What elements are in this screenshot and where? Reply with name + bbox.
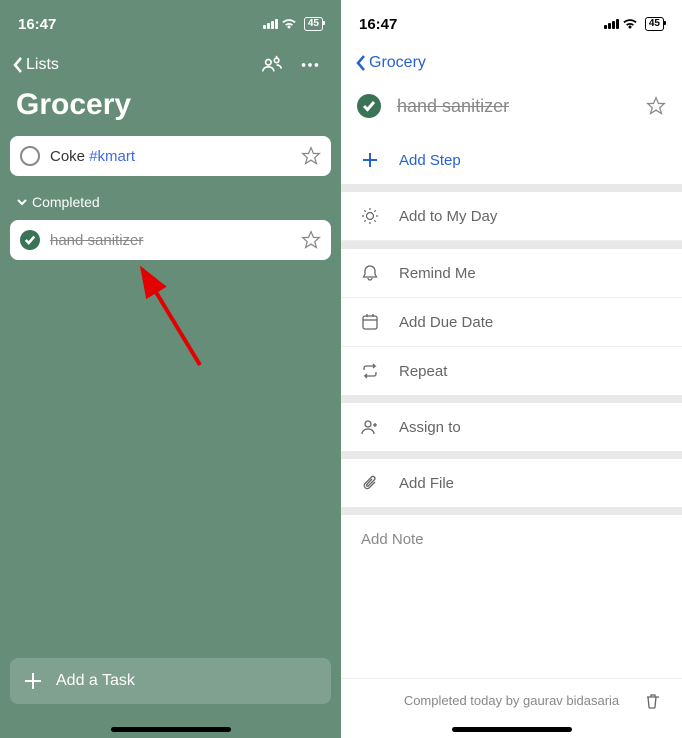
checkbox-unchecked[interactable]: [20, 146, 40, 166]
my-day-label: Add to My Day: [399, 208, 497, 225]
task-header: hand sanitizer: [341, 80, 682, 136]
add-file-label: Add File: [399, 475, 454, 492]
add-step-row[interactable]: Add Step: [341, 136, 682, 184]
nav-bar: Lists: [0, 40, 341, 84]
completed-label: Completed: [32, 194, 100, 210]
list-title: Grocery: [0, 84, 341, 136]
more-icon[interactable]: [299, 54, 321, 76]
home-indicator: [111, 727, 231, 732]
footer: Completed today by gaurav bidasaria: [341, 678, 682, 708]
chevron-down-icon: [16, 196, 28, 208]
repeat-icon: [361, 362, 379, 380]
add-step-label: Add Step: [399, 152, 461, 169]
task-item-coke[interactable]: Coke #kmart: [10, 136, 331, 176]
star-icon[interactable]: [646, 96, 666, 116]
add-task-label: Add a Task: [56, 672, 135, 690]
back-button[interactable]: Lists: [8, 56, 59, 74]
cellular-icon: [263, 19, 278, 29]
remind-row[interactable]: Remind Me: [341, 249, 682, 298]
status-icons: 45: [604, 17, 664, 31]
task-text: Coke #kmart: [50, 148, 291, 165]
back-label: Grocery: [369, 54, 426, 72]
bell-icon: [361, 264, 379, 282]
calendar-icon: [361, 313, 379, 331]
status-time: 16:47: [18, 16, 56, 33]
add-task-button[interactable]: Add a Task: [10, 658, 331, 704]
remind-label: Remind Me: [399, 265, 476, 282]
due-date-row[interactable]: Add Due Date: [341, 298, 682, 347]
checkbox-checked[interactable]: [20, 230, 40, 250]
due-date-label: Add Due Date: [399, 314, 493, 331]
checkbox-checked[interactable]: [357, 94, 381, 118]
add-note-row[interactable]: Add Note: [341, 515, 682, 564]
status-time: 16:47: [359, 16, 397, 33]
star-icon[interactable]: [301, 230, 321, 250]
back-label: Lists: [26, 56, 59, 74]
plus-icon: [361, 151, 379, 169]
add-note-label: Add Note: [361, 531, 424, 548]
sun-icon: [361, 207, 379, 225]
plus-icon: [24, 672, 42, 690]
wifi-icon: [622, 18, 638, 30]
paperclip-icon: [361, 474, 379, 492]
star-icon[interactable]: [301, 146, 321, 166]
annotation-arrow-1: [90, 255, 210, 375]
repeat-label: Repeat: [399, 363, 447, 380]
battery-icon: 45: [645, 17, 664, 31]
back-button[interactable]: Grocery: [341, 40, 682, 80]
status-bar: 16:47 45: [341, 0, 682, 40]
wifi-icon: [281, 18, 297, 30]
cellular-icon: [604, 19, 619, 29]
assign-row[interactable]: Assign to: [341, 403, 682, 451]
task-title[interactable]: hand sanitizer: [397, 96, 630, 117]
assign-label: Assign to: [399, 419, 461, 436]
battery-icon: 45: [304, 17, 323, 31]
list-screen: 16:47 45 Lists Grocery Coke #kmart Compl…: [0, 0, 341, 738]
completed-info: Completed today by gaurav bidasaria: [357, 693, 666, 708]
repeat-row[interactable]: Repeat: [341, 347, 682, 395]
person-plus-icon: [361, 418, 379, 436]
task-text-done: hand sanitizer: [50, 232, 291, 249]
home-indicator: [452, 727, 572, 732]
share-icon[interactable]: [261, 54, 283, 76]
completed-section-header[interactable]: Completed: [0, 184, 341, 220]
status-bar: 16:47 45: [0, 0, 341, 40]
task-item-sanitizer[interactable]: hand sanitizer: [10, 220, 331, 260]
add-my-day-row[interactable]: Add to My Day: [341, 192, 682, 241]
task-detail-screen: 16:47 45 Grocery hand sanitizer Add Step…: [341, 0, 682, 738]
status-icons: 45: [263, 17, 323, 31]
add-file-row[interactable]: Add File: [341, 459, 682, 507]
trash-icon[interactable]: [644, 692, 662, 710]
